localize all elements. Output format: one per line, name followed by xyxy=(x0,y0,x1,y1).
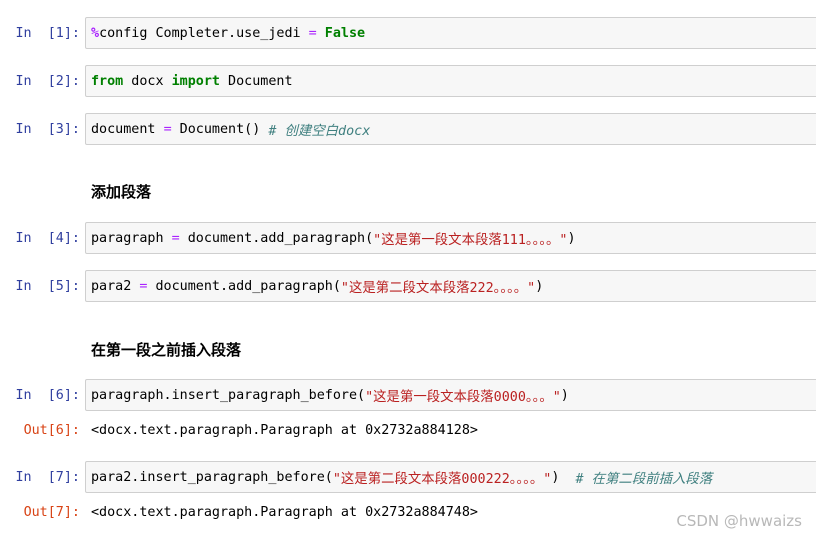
cell-6-input[interactable]: paragraph.insert_paragraph_before("这是第一段… xyxy=(85,379,816,411)
cell-4-input[interactable]: paragraph = document.add_paragraph("这是第一… xyxy=(85,222,816,254)
code-comment: # 创建空白docx xyxy=(268,124,371,139)
cell-3-in-prompt: In [3]: xyxy=(15,122,81,137)
string-literal: "这是第二段文本段落000222。。。。" xyxy=(332,472,552,487)
code-text: ) xyxy=(535,278,544,294)
code-text: ) xyxy=(560,387,569,403)
code-text: paragraph.insert_paragraph_before( xyxy=(91,387,366,403)
code-text: document xyxy=(91,121,164,137)
keyword: False xyxy=(316,25,366,41)
cell-3-input[interactable]: document = Document() # 创建空白docx xyxy=(85,113,816,145)
operator: = xyxy=(171,230,180,246)
markdown-heading-insert-before: 在第一段之前插入段落 xyxy=(91,341,242,359)
code-text: config Completer.use_jedi xyxy=(99,25,309,41)
cell-7-out-prompt: Out[7]: xyxy=(23,505,80,520)
code-text: paragraph xyxy=(91,230,172,246)
magic-percent: % xyxy=(91,25,100,41)
code-text: Document() xyxy=(171,121,269,137)
code-text: ) xyxy=(567,230,576,246)
cell-6-output: <docx.text.paragraph.Paragraph at 0x2732… xyxy=(91,423,478,438)
cell-1-in-prompt: In [1]: xyxy=(15,26,81,41)
cell-5-input[interactable]: para2 = document.add_paragraph("这是第二段文本段… xyxy=(85,270,816,302)
code-text: document.add_paragraph( xyxy=(147,278,341,294)
keyword: from xyxy=(91,73,124,89)
code-text: document.add_paragraph( xyxy=(179,230,374,246)
cell-6-out-prompt: Out[6]: xyxy=(23,423,80,438)
code-text: docx xyxy=(123,73,172,89)
code-comment: # 在第二段前插入段落 xyxy=(575,472,713,487)
keyword: import xyxy=(171,73,220,89)
cell-5-in-prompt: In [5]: xyxy=(15,279,81,294)
cell-1-input[interactable]: % config Completer.use_jedi = False xyxy=(85,17,816,49)
cell-6-in-prompt: In [6]: xyxy=(15,388,81,403)
string-literal: "这是第一段文本段落111。。。。" xyxy=(373,233,568,248)
code-text: Document xyxy=(220,73,293,89)
cell-7-output: <docx.text.paragraph.Paragraph at 0x2732… xyxy=(91,505,478,520)
operator: = xyxy=(139,278,148,294)
string-literal: "这是第二段文本段落222。。。。" xyxy=(340,281,536,296)
cell-2-in-prompt: In [2]: xyxy=(15,74,81,89)
cell-7-in-prompt: In [7]: xyxy=(15,470,81,485)
watermark: CSDN @hwwaizs xyxy=(676,512,802,530)
cell-2-input[interactable]: from docx import Document xyxy=(85,65,816,97)
code-text: para2 xyxy=(91,278,140,294)
cell-4-in-prompt: In [4]: xyxy=(15,231,81,246)
cell-7-input[interactable]: para2.insert_paragraph_before("这是第二段文本段落… xyxy=(85,461,816,493)
code-text: para2.insert_paragraph_before( xyxy=(91,469,333,485)
operator: = xyxy=(163,121,172,137)
markdown-heading-add-paragraph: 添加段落 xyxy=(91,183,152,201)
code-text: ) xyxy=(551,469,576,485)
operator: = xyxy=(308,25,317,41)
string-literal: "这是第一段文本段落0000。。。" xyxy=(365,390,561,405)
